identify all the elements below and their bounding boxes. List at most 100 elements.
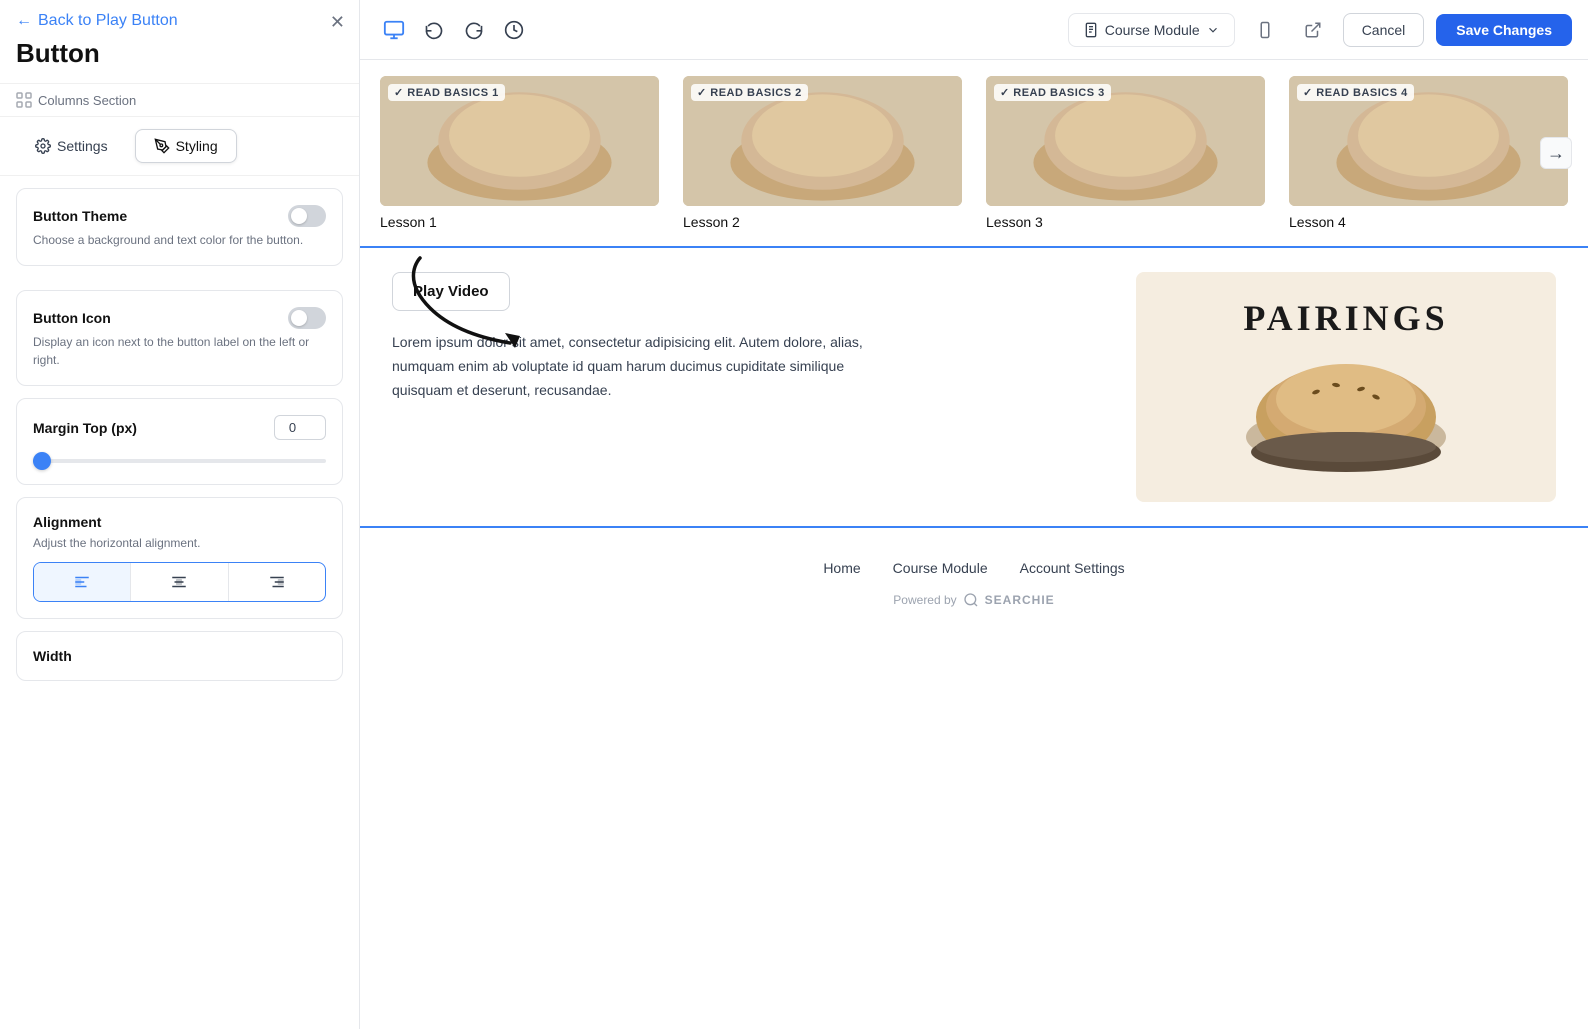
margin-top-slider[interactable]: [33, 459, 326, 463]
external-link-icon: [1304, 21, 1322, 39]
play-btn-wrapper: Play Video: [392, 272, 1104, 311]
play-left: Play Video Lorem ipsum dolor sit amet, c…: [392, 272, 1104, 502]
toolbar-icons: [376, 12, 532, 48]
tabs-container: Settings Styling: [0, 117, 359, 176]
tab-styling-label: Styling: [176, 138, 218, 154]
right-content: Course Module Cancel Save Changes: [360, 0, 1588, 1029]
alignment-desc: Adjust the horizontal alignment.: [33, 534, 326, 552]
panel-title: Button: [16, 38, 343, 69]
align-center-button[interactable]: [131, 563, 228, 601]
button-icon-toggle[interactable]: [288, 307, 326, 329]
button-theme-card: Button Theme Choose a background and tex…: [16, 188, 343, 266]
mobile-icon: [1256, 21, 1274, 39]
lesson-badge-2: ✓ READ BASICS 2: [691, 84, 808, 101]
back-link-label: Back to Play Button: [38, 12, 178, 30]
alignment-label: Alignment: [33, 514, 326, 530]
pairings-food-image: [1236, 347, 1456, 477]
lesson-thumb-4: ✓ READ BASICS 4: [1289, 76, 1568, 206]
lesson-title-2: Lesson 2: [683, 214, 962, 230]
button-theme-header: Button Theme: [33, 205, 326, 227]
lesson-card-3[interactable]: ✓ READ BASICS 3 Lesson 3: [986, 76, 1265, 230]
lessons-row: ✓ READ BASICS 1 Lesson 1 ✓: [360, 60, 1588, 248]
chevron-down-icon: [1206, 23, 1220, 37]
play-right: PAIRINGS: [1136, 272, 1556, 502]
close-button[interactable]: ✕: [330, 12, 345, 33]
redo-button[interactable]: [456, 12, 492, 48]
pairings-card: PAIRINGS: [1136, 272, 1556, 502]
gear-icon: [35, 138, 51, 154]
history-button[interactable]: [496, 12, 532, 48]
searchie-brand: SEARCHIE: [985, 593, 1055, 607]
button-icon-desc: Display an icon next to the button label…: [33, 333, 326, 369]
pairings-title: PAIRINGS: [1243, 297, 1448, 339]
back-to-play-button-link[interactable]: ← Back to Play Button: [16, 12, 343, 30]
play-video-section-wrapper: Play Video Lorem ipsum dolor sit amet, c…: [360, 248, 1588, 528]
lesson-thumb-1: ✓ READ BASICS 1: [380, 76, 659, 206]
searchie-logo-icon: [963, 592, 979, 608]
button-theme-label: Button Theme: [33, 208, 127, 224]
footer-nav: Home Course Module Account Settings: [380, 560, 1568, 576]
button-theme-toggle[interactable]: [288, 205, 326, 227]
width-label: Width: [33, 648, 326, 664]
cancel-button[interactable]: Cancel: [1343, 13, 1425, 47]
lesson-card-4[interactable]: ✓ READ BASICS 4 Lesson 4: [1289, 76, 1568, 230]
lorem-text: Lorem ipsum dolor sit amet, consectetur …: [392, 331, 872, 402]
lesson-badge-4: ✓ READ BASICS 4: [1297, 84, 1414, 101]
button-icon-label: Button Icon: [33, 310, 111, 326]
margin-top-row: Margin Top (px): [33, 415, 326, 440]
footer-link-home[interactable]: Home: [823, 560, 860, 576]
margin-top-section: Margin Top (px): [16, 398, 343, 485]
site-footer: Home Course Module Account Settings Powe…: [360, 528, 1588, 640]
powered-by-text: Powered by: [893, 593, 956, 607]
width-section: Width: [16, 631, 343, 681]
grid-icon: [16, 92, 32, 108]
next-arrow-button[interactable]: →: [1540, 137, 1572, 169]
lesson-title-4: Lesson 4: [1289, 214, 1568, 230]
external-link-button[interactable]: [1295, 12, 1331, 48]
redo-icon: [464, 20, 484, 40]
align-center-icon: [170, 573, 188, 591]
align-left-button[interactable]: [34, 563, 131, 601]
breadcrumb: Columns Section: [0, 84, 359, 117]
play-section: Play Video Lorem ipsum dolor sit amet, c…: [360, 248, 1588, 528]
button-icon-header: Button Icon: [33, 307, 326, 329]
tab-settings-label: Settings: [57, 138, 108, 154]
lesson-badge-1: ✓ READ BASICS 1: [388, 84, 505, 101]
canvas: ✓ READ BASICS 1 Lesson 1 ✓: [360, 60, 1588, 1029]
button-theme-desc: Choose a background and text color for t…: [33, 231, 326, 249]
undo-button[interactable]: [416, 12, 452, 48]
undo-icon: [424, 20, 444, 40]
save-changes-button[interactable]: Save Changes: [1436, 14, 1572, 46]
button-icon-card: Button Icon Display an icon next to the …: [16, 290, 343, 386]
play-video-button[interactable]: Play Video: [392, 272, 510, 311]
align-right-icon: [268, 573, 286, 591]
lesson-thumb-3: ✓ READ BASICS 3: [986, 76, 1265, 206]
margin-top-input[interactable]: [274, 415, 326, 440]
history-icon: [504, 20, 524, 40]
breadcrumb-label: Columns Section: [38, 93, 136, 108]
lesson-title-3: Lesson 3: [986, 214, 1265, 230]
course-module-button[interactable]: Course Module: [1068, 13, 1235, 47]
top-bar: Course Module Cancel Save Changes: [360, 0, 1588, 60]
align-right-button[interactable]: [229, 563, 325, 601]
panel-header: ← Back to Play Button ✕ Button: [0, 0, 359, 84]
back-arrow-icon: ←: [16, 12, 32, 30]
footer-link-account-settings[interactable]: Account Settings: [1020, 560, 1125, 576]
brush-icon: [154, 138, 170, 154]
course-module-icon: [1083, 22, 1099, 38]
powered-by: Powered by SEARCHIE: [380, 592, 1568, 608]
lesson-card-2[interactable]: ✓ READ BASICS 2 Lesson 2: [683, 76, 962, 230]
left-panel: ← Back to Play Button ✕ Button Columns S…: [0, 0, 360, 1029]
tab-settings[interactable]: Settings: [16, 129, 127, 163]
footer-link-course-module[interactable]: Course Module: [893, 560, 988, 576]
lesson-thumb-2: ✓ READ BASICS 2: [683, 76, 962, 206]
lesson-card-1[interactable]: ✓ READ BASICS 1 Lesson 1: [380, 76, 659, 230]
tab-styling[interactable]: Styling: [135, 129, 237, 163]
desktop-icon: [383, 19, 405, 41]
lesson-badge-3: ✓ READ BASICS 3: [994, 84, 1111, 101]
desktop-view-button[interactable]: [376, 12, 412, 48]
alignment-section: Alignment Adjust the horizontal alignmen…: [16, 497, 343, 619]
mobile-view-button[interactable]: [1247, 12, 1283, 48]
align-left-icon: [73, 573, 91, 591]
margin-top-label: Margin Top (px): [33, 420, 137, 436]
